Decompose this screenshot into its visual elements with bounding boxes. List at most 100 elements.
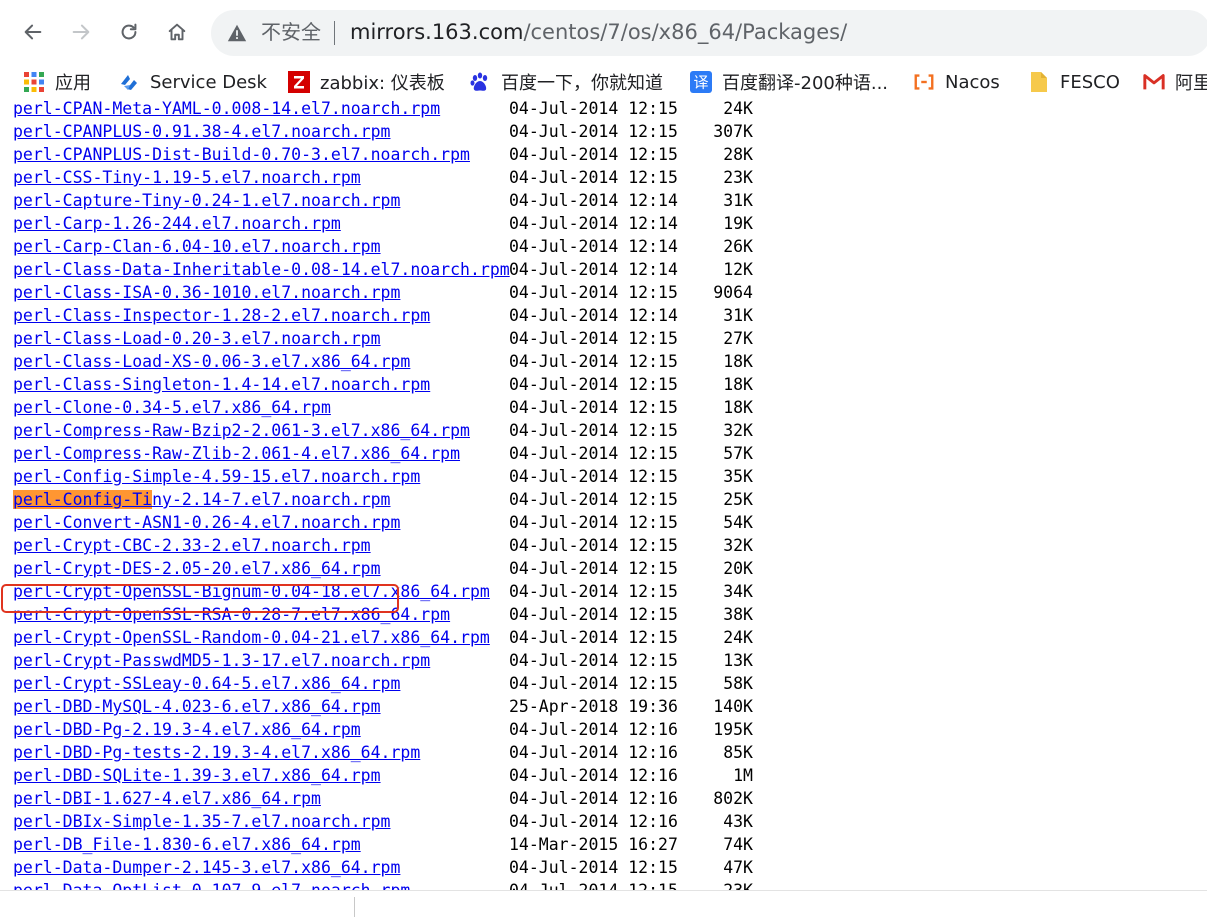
file-size: 12K [723, 260, 753, 279]
service-desk-icon [118, 71, 140, 93]
package-link[interactable]: perl-Compress-Raw-Bzip2-2.061-3.el7.x86_… [13, 419, 470, 442]
file-size: 57K [723, 444, 753, 463]
table-row: perl-Crypt-OpenSSL-Bignum-0.04-18.el7.x8… [0, 580, 1207, 603]
nacos-icon [913, 71, 935, 93]
package-link[interactable]: perl-Clone-0.34-5.el7.x86_64.rpm [13, 396, 331, 419]
package-link[interactable]: perl-CPANPLUS-Dist-Build-0.70-3.el7.noar… [13, 143, 470, 166]
security-status-label[interactable]: 不安全 [261, 19, 321, 45]
table-row: perl-Data-Dumper-2.145-3.el7.x86_64.rpm 0… [0, 856, 1207, 879]
file-size: 25K [723, 490, 753, 509]
bookmarks-bar: 应用 Service Desk zabbix: 仪表板 百度一下，你就知道 译 … [0, 66, 1207, 101]
package-link[interactable]: perl-Crypt-DES-2.05-20.el7.x86_64.rpm [13, 557, 381, 580]
table-row: perl-CSS-Tiny-1.19-5.el7.noarch.rpm 04-Ju… [0, 166, 1207, 189]
bookmark-apps[interactable]: 应用 [23, 66, 91, 98]
table-row: perl-DB_File-1.830-6.el7.x86_64.rpm 14-Ma… [0, 833, 1207, 856]
package-link[interactable]: perl-Capture-Tiny-0.24-1.el7.noarch.rpm [13, 189, 400, 212]
table-row: perl-Crypt-OpenSSL-Random-0.04-21.el7.x8… [0, 626, 1207, 649]
modified-date: 04-Jul-2014 12:16 [509, 766, 678, 785]
bookmark-aliyun[interactable]: 阿里 [1143, 66, 1207, 98]
bookmark-zabbix[interactable]: zabbix: 仪表板 [288, 66, 445, 98]
package-link[interactable]: perl-Carp-Clan-6.04-10.el7.noarch.rpm [13, 235, 381, 258]
package-link[interactable]: perl-Config-Tiny-2.14-7.el7.noarch.rpm [13, 488, 391, 511]
package-link[interactable]: perl-DBD-MySQL-4.023-6.el7.x86_64.rpm [13, 695, 381, 718]
forward-arrow-icon [72, 24, 90, 40]
warning-triangle-icon[interactable] [226, 22, 248, 44]
package-link[interactable]: perl-DBD-Pg-2.19.3-4.el7.x86_64.rpm [13, 718, 361, 741]
file-size: 307K [713, 122, 753, 141]
table-row: perl-Crypt-PasswdMD5-1.3-17.el7.noarch.r… [0, 649, 1207, 672]
modified-date: 04-Jul-2014 12:15 [509, 467, 678, 486]
file-size: 9064 [713, 283, 753, 302]
url-host: mirrors.163.com [350, 20, 524, 44]
bookmark-fesco[interactable]: FESCO [1028, 66, 1120, 98]
modified-date: 04-Jul-2014 12:15 [509, 352, 678, 371]
bottom-divider [354, 897, 355, 917]
package-link[interactable]: perl-Data-Dumper-2.145-3.el7.x86_64.rpm [13, 856, 400, 879]
file-size: 85K [723, 743, 753, 762]
table-row: perl-Compress-Raw-Bzip2-2.061-3.el7.x86_… [0, 419, 1207, 442]
file-size: 18K [723, 352, 753, 371]
file-size: 23K [723, 879, 753, 890]
modified-date: 04-Jul-2014 12:15 [509, 674, 678, 693]
table-row: perl-DBIx-Simple-1.35-7.el7.noarch.rpm 04… [0, 810, 1207, 833]
file-size: 140K [713, 697, 753, 716]
package-link[interactable]: perl-Crypt-SSLeay-0.64-5.el7.x86_64.rpm [13, 672, 400, 695]
package-link[interactable]: perl-Data-OptList-0.107-9.el7.noarch.rpm [13, 879, 410, 890]
file-size: 38K [723, 605, 753, 624]
back-arrow-icon [24, 24, 42, 40]
package-link[interactable]: perl-Class-Singleton-1.4-14.el7.noarch.r… [13, 373, 430, 396]
package-link-rest: ny-2.14-7.el7.noarch.rpm [152, 490, 391, 509]
bookmark-label: 百度翻译-200种语... [722, 73, 889, 94]
package-link[interactable]: perl-DB_File-1.830-6.el7.x86_64.rpm [13, 833, 361, 856]
gmail-icon [1143, 71, 1165, 93]
url-text[interactable]: mirrors.163.com/centos/7/os/x86_64/Packa… [350, 18, 847, 46]
modified-date: 04-Jul-2014 12:14 [509, 214, 678, 233]
package-link[interactable]: perl-CSS-Tiny-1.19-5.el7.noarch.rpm [13, 166, 361, 189]
package-link[interactable]: perl-CPANPLUS-0.91.38-4.el7.noarch.rpm [13, 120, 391, 143]
package-link[interactable]: perl-DBIx-Simple-1.35-7.el7.noarch.rpm [13, 810, 391, 833]
package-link[interactable]: perl-Compress-Raw-Zlib-2.061-4.el7.x86_6… [13, 442, 460, 465]
package-link[interactable]: perl-Crypt-PasswdMD5-1.3-17.el7.noarch.r… [13, 649, 430, 672]
home-button[interactable] [159, 14, 195, 50]
package-link[interactable]: perl-Class-Data-Inheritable-0.08-14.el7.… [13, 258, 510, 281]
modified-date: 04-Jul-2014 12:15 [509, 559, 678, 578]
bottom-bar [0, 890, 1207, 918]
package-link[interactable]: perl-Class-Load-0.20-3.el7.noarch.rpm [13, 327, 381, 350]
package-link[interactable]: perl-DBI-1.627-4.el7.x86_64.rpm [13, 787, 321, 810]
modified-date: 04-Jul-2014 12:15 [509, 651, 678, 670]
package-link[interactable]: perl-Crypt-CBC-2.33-2.el7.noarch.rpm [13, 534, 371, 557]
package-link[interactable]: perl-Carp-1.26-244.el7.noarch.rpm [13, 212, 341, 235]
reload-button[interactable] [111, 14, 147, 50]
modified-date: 04-Jul-2014 12:15 [509, 421, 678, 440]
file-size: 20K [723, 559, 753, 578]
modified-date: 04-Jul-2014 12:15 [509, 329, 678, 348]
bookmark-baidu-translate[interactable]: 译 百度翻译-200种语... [690, 66, 888, 98]
bookmark-label: 应用 [55, 73, 91, 94]
bookmark-label: 阿里 [1175, 73, 1207, 94]
package-link[interactable]: perl-Crypt-OpenSSL-Random-0.04-21.el7.x8… [13, 626, 490, 649]
package-link[interactable]: perl-Class-ISA-0.36-1010.el7.noarch.rpm [13, 281, 400, 304]
package-link[interactable]: perl-Config-Simple-4.59-15.el7.noarch.rp… [13, 465, 420, 488]
package-link[interactable]: perl-Crypt-OpenSSL-RSA-0.28-7.el7.x86_64… [13, 603, 450, 626]
modified-date: 04-Jul-2014 12:15 [509, 122, 678, 141]
bookmark-service-desk[interactable]: Service Desk [118, 66, 267, 98]
modified-date: 25-Apr-2018 19:36 [509, 697, 678, 716]
table-row: perl-Clone-0.34-5.el7.x86_64.rpm 04-Jul-2… [0, 396, 1207, 419]
file-size: 1M [733, 766, 753, 785]
address-separator [334, 21, 335, 45]
bookmark-baidu[interactable]: 百度一下，你就知道 [469, 66, 663, 98]
file-size: 34K [723, 582, 753, 601]
package-link[interactable]: perl-DBD-Pg-tests-2.19.3-4.el7.x86_64.rp… [13, 741, 420, 764]
table-row: perl-CPAN-Meta-YAML-0.008-14.el7.noarch.… [0, 100, 1207, 120]
bookmark-nacos[interactable]: Nacos [913, 66, 1000, 98]
back-button[interactable] [15, 14, 51, 50]
forward-button[interactable] [63, 14, 99, 50]
file-size: 74K [723, 835, 753, 854]
package-link[interactable]: perl-Convert-ASN1-0.26-4.el7.noarch.rpm [13, 511, 400, 534]
file-size: 24K [723, 100, 753, 118]
package-link[interactable]: perl-CPAN-Meta-YAML-0.008-14.el7.noarch.… [13, 100, 440, 120]
package-link[interactable]: perl-Class-Load-XS-0.06-3.el7.x86_64.rpm [13, 350, 410, 373]
package-link[interactable]: perl-DBD-SQLite-1.39-3.el7.x86_64.rpm [13, 764, 381, 787]
package-link[interactable]: perl-Class-Inspector-1.28-2.el7.noarch.r… [13, 304, 430, 327]
package-link[interactable]: perl-Crypt-OpenSSL-Bignum-0.04-18.el7.x8… [13, 580, 490, 603]
